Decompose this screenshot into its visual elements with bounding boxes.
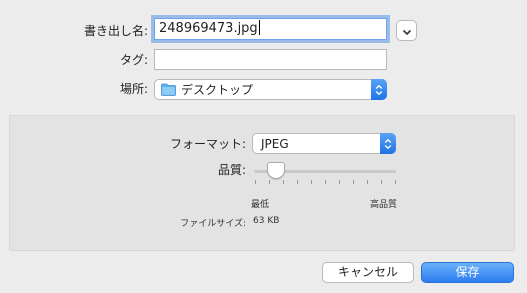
filename-value: 248969473.jpg	[159, 21, 258, 36]
expand-dialog-button[interactable]	[396, 20, 417, 41]
where-label: 場所:	[119, 82, 148, 96]
format-value: JPEG	[261, 137, 289, 151]
up-down-chevron-icon	[380, 133, 396, 154]
quality-min-label: 最低	[251, 200, 270, 210]
location-value: デスクトップ	[181, 83, 254, 97]
quality-max-label: 高品質	[370, 200, 398, 210]
save-button[interactable]: 保存	[421, 262, 514, 283]
folder-icon	[161, 83, 176, 99]
location-popup[interactable]: デスクトップ	[154, 79, 387, 100]
slider-tick	[325, 180, 326, 184]
quality-label: 品質:	[217, 163, 246, 177]
slider-tick	[339, 180, 340, 184]
format-popup[interactable]: JPEG	[252, 133, 396, 154]
slider-tick	[367, 180, 368, 184]
filename-input[interactable]: 248969473.jpg	[154, 18, 387, 40]
export-as-label: 書き出し名:	[83, 24, 148, 38]
slider-tick	[395, 180, 396, 184]
slider-tick	[255, 180, 256, 184]
slider-tick	[269, 180, 270, 184]
text-caret	[258, 20, 260, 35]
tags-label: タグ:	[119, 53, 148, 67]
filesize-label: ファイルサイズ:	[180, 219, 246, 229]
up-down-chevron-icon	[371, 79, 387, 100]
slider-tick	[283, 180, 284, 184]
chevron-down-icon	[402, 21, 412, 40]
slider-tick	[353, 180, 354, 184]
cancel-button[interactable]: キャンセル	[322, 262, 414, 283]
filesize-value: 63 KB	[253, 216, 280, 226]
slider-tick	[311, 180, 312, 184]
format-label: フォーマット:	[169, 137, 246, 151]
slider-tick	[381, 180, 382, 184]
tags-input[interactable]	[154, 49, 387, 70]
slider-tick	[297, 180, 298, 184]
